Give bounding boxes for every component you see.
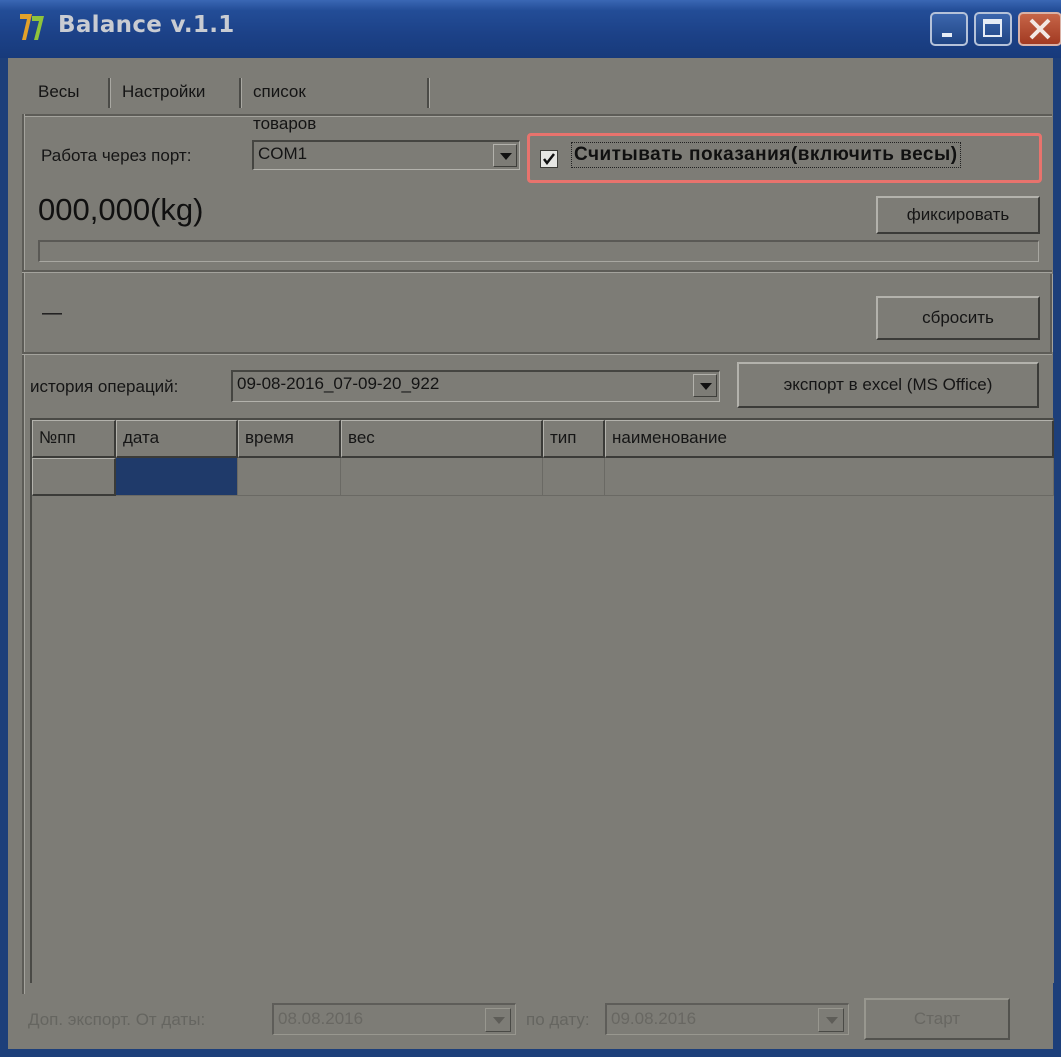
table-cell[interactable] <box>341 458 543 496</box>
port-select[interactable]: COM1 <box>252 140 520 170</box>
port-label: Работа через порт: <box>41 146 192 165</box>
minimize-icon <box>942 33 952 37</box>
app-window: Balance v.1.1 Весы Настройки список това… <box>0 0 1061 1057</box>
column-header-time[interactable]: время <box>238 420 341 458</box>
section-divider <box>22 270 1052 272</box>
chevron-down-icon[interactable] <box>693 374 717 397</box>
table-cell[interactable] <box>605 458 1054 496</box>
reset-button[interactable]: сбросить <box>876 296 1040 340</box>
chevron-down-icon[interactable] <box>493 144 517 167</box>
close-button[interactable] <box>1018 12 1061 46</box>
to-date-picker[interactable]: 09.08.2016 <box>605 1003 849 1035</box>
tab-scales[interactable]: Весы <box>30 76 88 108</box>
export-excel-button[interactable]: экспорт в excel (MS Office) <box>737 362 1039 408</box>
status-text: — <box>42 302 62 324</box>
tab-divider <box>427 78 429 108</box>
tab-panel-left-line <box>22 114 24 994</box>
minimize-button[interactable] <box>930 12 968 46</box>
extra-export-label: Доп. экспорт. От даты: <box>28 1010 206 1029</box>
weight-readout: 000,000(kg) <box>38 192 204 227</box>
history-select-value: 09-08-2016_07-09-20_922 <box>237 374 440 393</box>
column-header-type[interactable]: тип <box>543 420 605 458</box>
title-bar[interactable]: Balance v.1.1 <box>0 0 1061 58</box>
tab-divider <box>108 78 110 108</box>
tab-panel-top-line <box>22 114 1052 116</box>
operations-table[interactable]: №пп дата время вес тип наименование <box>30 418 1054 983</box>
weight-progress-bar <box>38 240 1039 262</box>
chevron-down-icon[interactable] <box>818 1008 844 1032</box>
checkmark-icon <box>543 153 555 166</box>
read-scales-label: Считывать показания(включить весы) <box>571 142 961 168</box>
column-header-name[interactable]: наименование <box>605 420 1054 458</box>
section-divider <box>22 352 1052 354</box>
tab-products[interactable]: список товаров <box>245 76 324 133</box>
app-logo-icon <box>20 14 44 40</box>
column-header-number[interactable]: №пп <box>32 420 116 458</box>
table-cell-selected[interactable] <box>116 458 238 496</box>
start-button[interactable]: Старт <box>864 998 1010 1040</box>
chevron-down-icon[interactable] <box>485 1008 511 1032</box>
table-cell[interactable] <box>238 458 341 496</box>
close-icon <box>1029 18 1051 40</box>
tab-settings[interactable]: Настройки <box>114 76 213 108</box>
row-indicator-cell[interactable] <box>32 458 116 496</box>
section-right-line <box>1050 274 1052 352</box>
table-cell[interactable] <box>543 458 605 496</box>
to-date-value: 09.08.2016 <box>611 1009 697 1028</box>
port-select-value: COM1 <box>258 144 308 163</box>
to-date-label: по дату: <box>526 1010 590 1029</box>
maximize-button[interactable] <box>974 12 1012 46</box>
history-select[interactable]: 09-08-2016_07-09-20_922 <box>231 370 720 402</box>
history-label: история операций: <box>30 377 179 396</box>
from-date-picker[interactable]: 08.08.2016 <box>272 1003 516 1035</box>
column-header-date[interactable]: дата <box>116 420 238 458</box>
column-header-weight[interactable]: вес <box>341 420 543 458</box>
window-title: Balance v.1.1 <box>58 12 235 38</box>
checkbox-box[interactable] <box>540 150 558 168</box>
from-date-value: 08.08.2016 <box>278 1009 364 1028</box>
maximize-icon <box>983 19 1002 37</box>
tab-divider <box>239 78 241 108</box>
fix-button[interactable]: фиксировать <box>876 196 1040 234</box>
read-scales-checkbox[interactable]: Считывать показания(включить весы) <box>527 133 1042 183</box>
